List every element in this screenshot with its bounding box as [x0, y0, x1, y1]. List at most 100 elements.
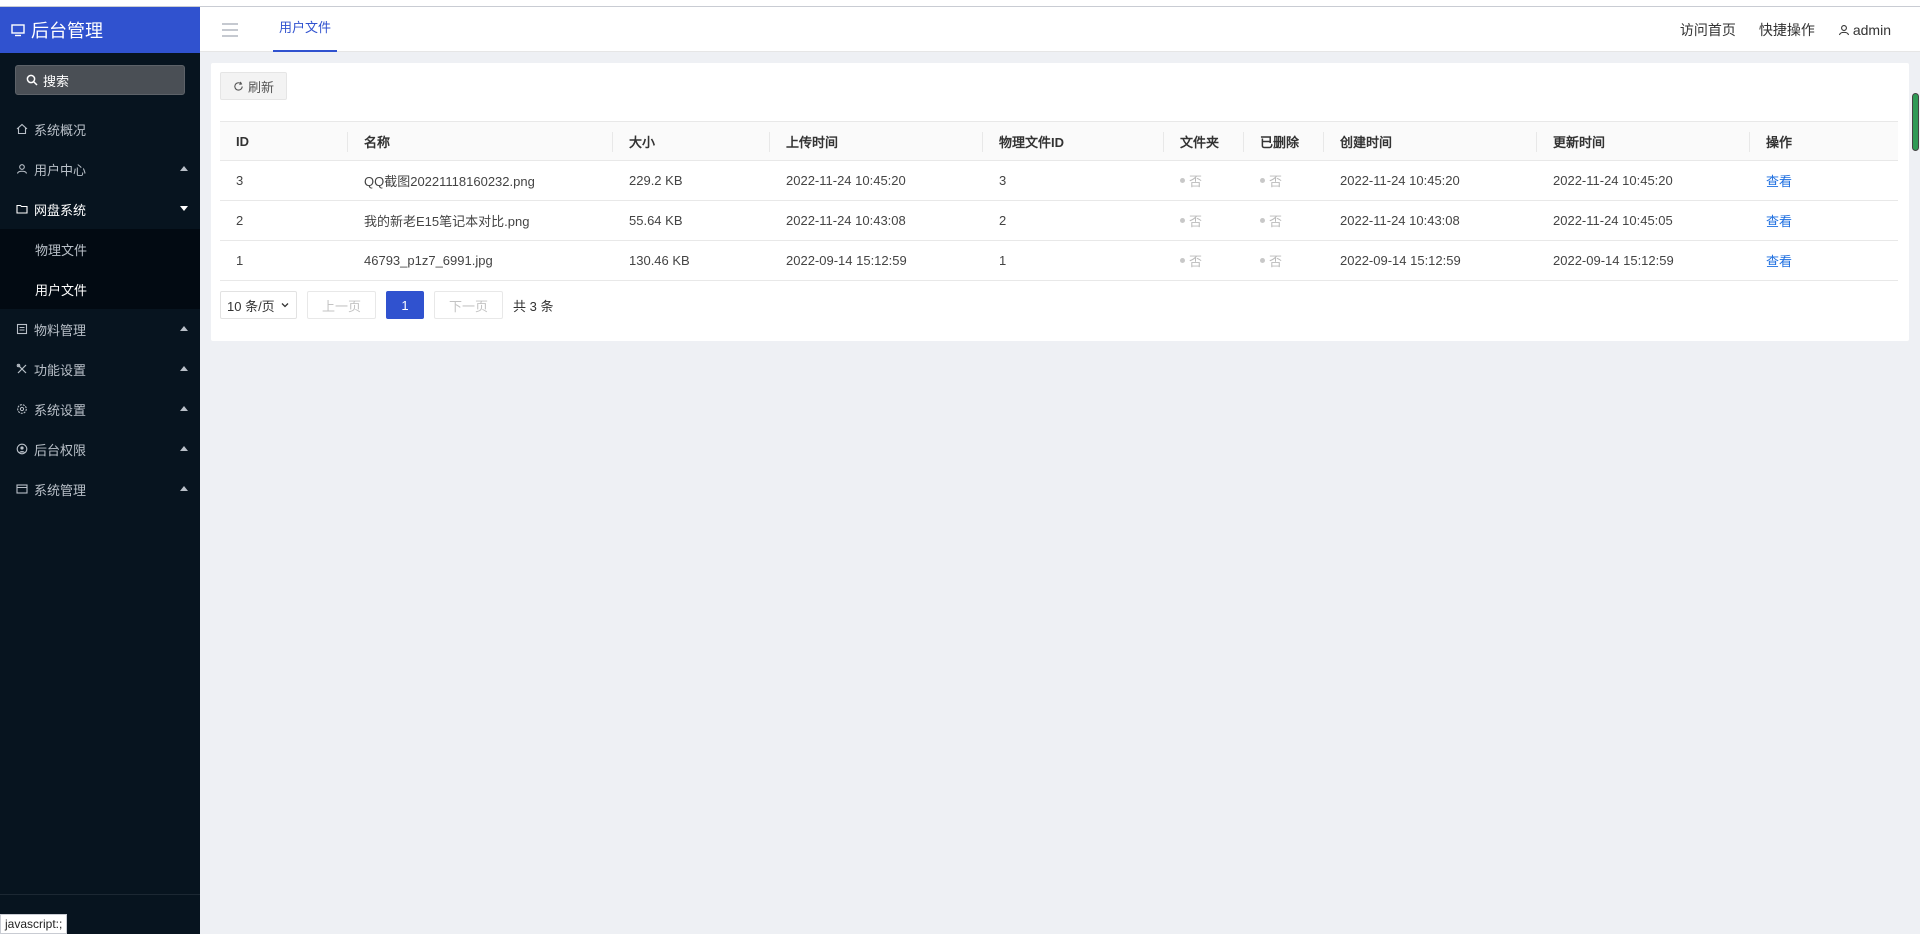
- chevron-down-icon: [281, 303, 289, 308]
- chevron-up-icon: [180, 166, 188, 171]
- page-size-select[interactable]: 10 条/页: [220, 291, 297, 319]
- chevron-up-icon: [180, 486, 188, 491]
- cell-actions: 查看: [1750, 160, 1898, 201]
- sidebar-subitem-label: 物理文件: [35, 242, 88, 258]
- sidebar-subitem-user-files[interactable]: 用户文件: [0, 269, 200, 309]
- cell-updated: 2022-09-14 15:12:59: [1537, 240, 1750, 281]
- cell-size: 130.46 KB: [613, 240, 770, 281]
- column-header-created[interactable]: 创建时间: [1324, 121, 1537, 161]
- cell-actions: 查看: [1750, 240, 1898, 281]
- page-number-current[interactable]: 1: [386, 291, 425, 319]
- cell-id: 1: [220, 240, 348, 281]
- user-circle-icon: [15, 442, 29, 456]
- view-link[interactable]: 查看: [1766, 214, 1792, 229]
- cell-deleted: 否: [1244, 160, 1324, 201]
- sidebar-item-admin-permissions[interactable]: 后台权限: [0, 429, 200, 469]
- cell-id: 2: [220, 200, 348, 241]
- view-link[interactable]: 查看: [1766, 174, 1792, 189]
- cell-physical-id: 3: [983, 160, 1164, 201]
- menu-toggle-icon[interactable]: [222, 23, 238, 41]
- cell-physical-id: 1: [983, 240, 1164, 281]
- sidebar-item-netdisk[interactable]: 网盘系统: [0, 189, 200, 229]
- cell-name: 46793_p1z7_6991.jpg: [348, 240, 613, 281]
- chevron-up-icon: [180, 406, 188, 411]
- status-dot-icon: [1180, 258, 1185, 263]
- cell-upload-time: 2022-09-14 15:12:59: [770, 240, 983, 281]
- cell-folder: 否: [1164, 240, 1244, 281]
- cell-deleted: 否: [1244, 240, 1324, 281]
- total-count: 共 3 条: [513, 298, 554, 314]
- view-link[interactable]: 查看: [1766, 254, 1792, 269]
- status-dot-icon: [1260, 258, 1265, 263]
- window-top-strip: [0, 0, 1920, 7]
- sidebar-item-features[interactable]: 功能设置: [0, 349, 200, 389]
- tab-user-files[interactable]: 用户文件: [273, 7, 338, 52]
- list-icon: [15, 322, 29, 336]
- refresh-icon: [234, 81, 243, 91]
- app-title: 后台管理: [31, 21, 103, 41]
- sidebar-item-system-management[interactable]: 系统管理: [0, 469, 200, 509]
- sidebar-item-label: 功能设置: [34, 362, 87, 378]
- sidebar-item-label: 系统管理: [34, 482, 87, 498]
- user-name: admin: [1852, 21, 1891, 38]
- cell-updated: 2022-11-24 10:45:05: [1537, 200, 1750, 241]
- column-header-physical-id[interactable]: 物理文件ID: [983, 121, 1164, 161]
- chevron-up-icon: [180, 366, 188, 371]
- quick-ops-menu[interactable]: 快捷操作: [1759, 20, 1815, 40]
- cell-name: QQ截图20221118160232.png: [348, 160, 613, 201]
- table-row: 1 46793_p1z7_6991.jpg 130.46 KB 2022-09-…: [220, 240, 1898, 281]
- visit-home-link[interactable]: 访问首页: [1680, 20, 1736, 40]
- column-header-name[interactable]: 名称: [348, 121, 613, 161]
- sidebar-item-user-center[interactable]: 用户中心: [0, 149, 200, 189]
- search-icon: [26, 74, 38, 86]
- files-table: ID 名称 大小 上传时间 物理文件ID 文件夹 已删除 创建时间 更新时间 操…: [220, 121, 1898, 281]
- chevron-up-icon: [180, 446, 188, 451]
- gear-icon: [15, 402, 29, 416]
- column-header-upload-time[interactable]: 上传时间: [770, 121, 983, 161]
- sidebar-item-label: 系统概况: [34, 122, 87, 138]
- user-menu[interactable]: admin: [1838, 22, 1891, 38]
- page-scrollbar[interactable]: [1910, 88, 1920, 934]
- cell-created: 2022-11-24 10:45:20: [1324, 160, 1537, 201]
- column-header-size[interactable]: 大小: [613, 121, 770, 161]
- tools-icon: [15, 362, 29, 376]
- pagination: 10 条/页 上一页 1 下一页 共 3 条: [220, 291, 554, 319]
- cell-deleted: 否: [1244, 200, 1324, 241]
- cell-upload-time: 2022-11-24 10:45:20: [770, 160, 983, 201]
- sidebar-item-overview[interactable]: 系统概况: [0, 109, 200, 149]
- sidebar-item-label: 用户中心: [34, 162, 87, 178]
- scrollbar-thumb[interactable]: [1912, 93, 1919, 151]
- sidebar-item-materials[interactable]: 物料管理: [0, 309, 200, 349]
- column-header-updated[interactable]: 更新时间: [1537, 121, 1750, 161]
- cell-upload-time: 2022-11-24 10:43:08: [770, 200, 983, 241]
- sidebar-submenu-netdisk: 物理文件 用户文件: [0, 229, 200, 309]
- brand-logo[interactable]: 后台管理: [0, 7, 200, 53]
- monitor-icon: [11, 24, 25, 37]
- column-header-folder[interactable]: 文件夹: [1164, 121, 1244, 161]
- content-card: 刷新 ID 名称 大小 上传时间 物理文件ID 文件夹 已删除 创建时间 更新时…: [211, 63, 1909, 341]
- refresh-button[interactable]: 刷新: [220, 72, 288, 100]
- chevron-down-icon: [180, 206, 188, 211]
- sidebar-item-label: 后台权限: [34, 442, 87, 458]
- table-row: 3 QQ截图20221118160232.png 229.2 KB 2022-1…: [220, 160, 1898, 201]
- column-header-actions: 操作: [1750, 121, 1898, 161]
- cell-id: 3: [220, 160, 348, 201]
- table-header-row: ID 名称 大小 上传时间 物理文件ID 文件夹 已删除 创建时间 更新时间 操…: [220, 121, 1898, 161]
- cell-physical-id: 2: [983, 200, 1164, 241]
- chevron-up-icon: [180, 326, 188, 331]
- sidebar-nav: 系统概况 用户中心 网盘系统 物理文件 用户文件 物料管理 功能设置 系统设置 …: [0, 109, 200, 509]
- cell-size: 55.64 KB: [613, 200, 770, 241]
- next-page-button[interactable]: 下一页: [434, 291, 504, 319]
- cell-created: 2022-11-24 10:43:08: [1324, 200, 1537, 241]
- status-dot-icon: [1180, 178, 1185, 183]
- sidebar-item-label: 网盘系统: [34, 202, 87, 218]
- sidebar-item-label: 系统设置: [34, 402, 87, 418]
- column-header-id[interactable]: ID: [220, 121, 348, 161]
- column-header-deleted[interactable]: 已删除: [1244, 121, 1324, 161]
- sidebar-search-input[interactable]: 搜索: [15, 65, 185, 95]
- status-bar-url: javascript:;: [0, 914, 68, 934]
- sidebar-subitem-physical-files[interactable]: 物理文件: [0, 229, 200, 269]
- prev-page-button[interactable]: 上一页: [307, 291, 377, 319]
- sidebar-item-system-settings[interactable]: 系统设置: [0, 389, 200, 429]
- cell-created: 2022-09-14 15:12:59: [1324, 240, 1537, 281]
